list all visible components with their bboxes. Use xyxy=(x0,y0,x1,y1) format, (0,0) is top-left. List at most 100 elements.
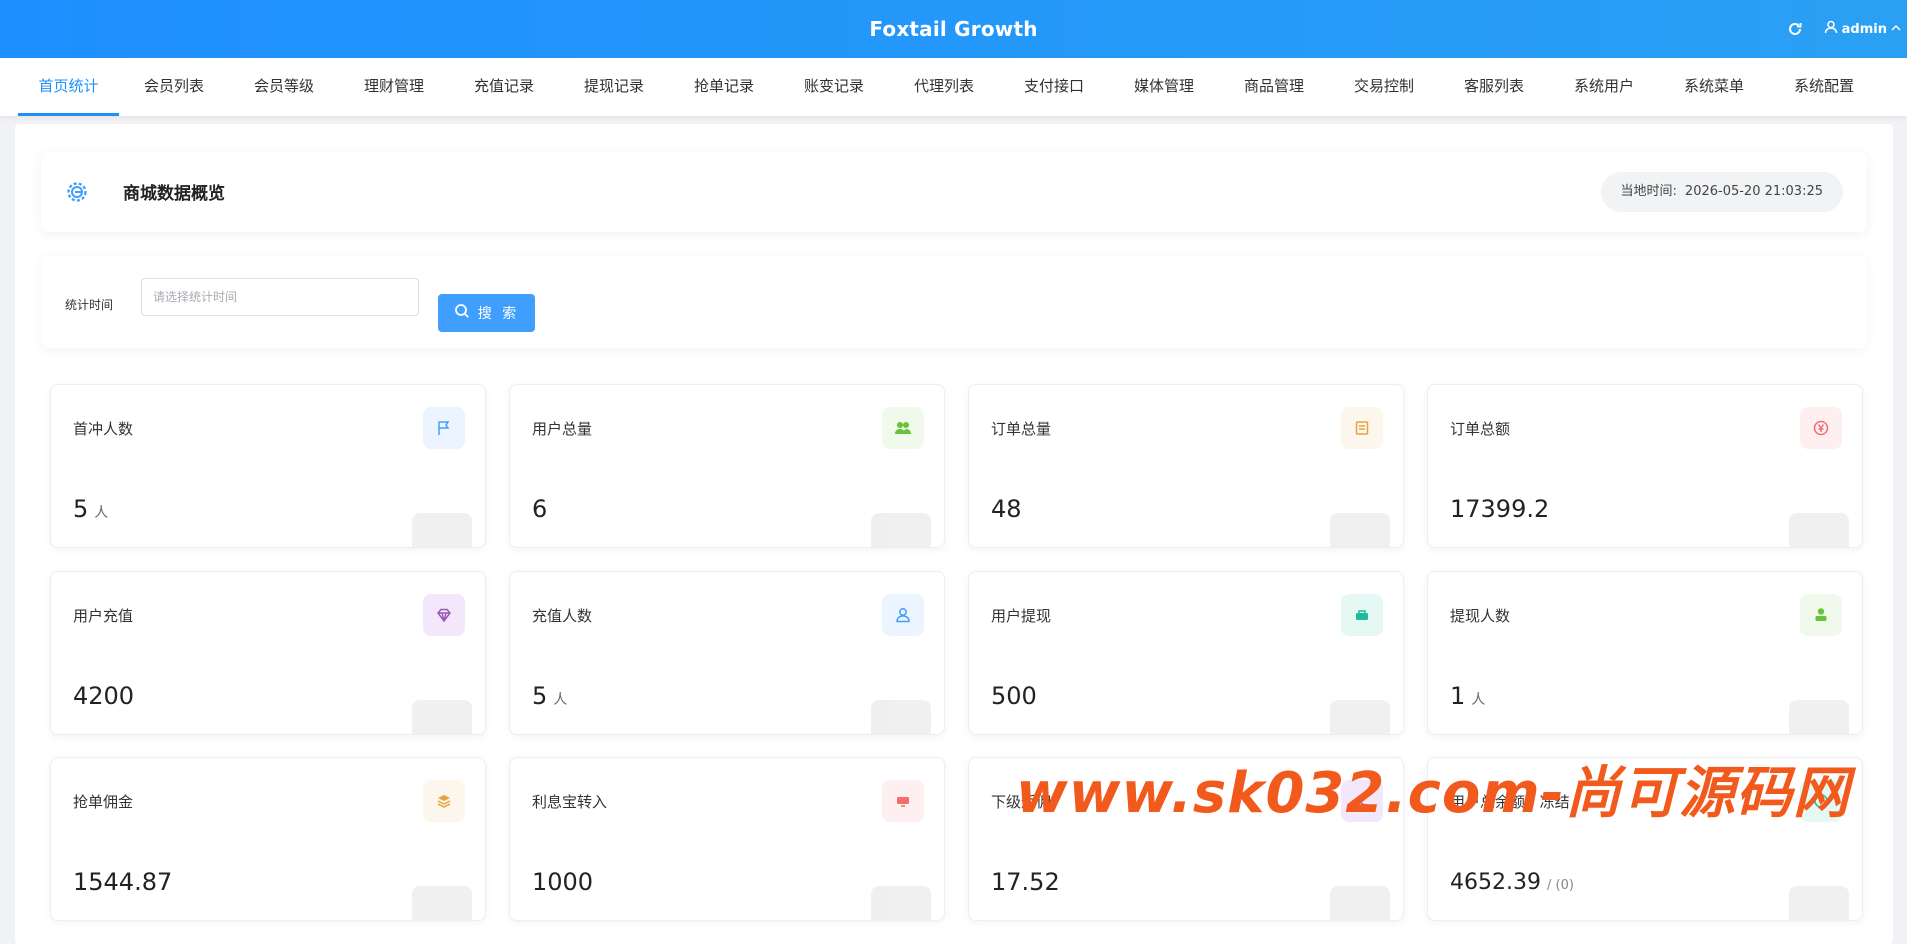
card-background-decoration xyxy=(866,876,936,920)
stat-card-label: 用户充值 xyxy=(73,607,134,625)
stat-card: 提现人数 1 人 xyxy=(1427,571,1863,735)
stat-value-unit: 人 xyxy=(94,505,109,521)
stat-card-value: 4652.39 / (0) xyxy=(1450,870,1574,895)
stat-value-number: 1544.87 xyxy=(73,868,173,896)
overview-header: 商城数据概览 当地时间: 2026-05-20 21:03:25 xyxy=(41,152,1867,232)
stat-card-label: 提现人数 xyxy=(1450,607,1511,625)
card-background-decoration xyxy=(866,503,936,547)
stat-value-frozen: / (0) xyxy=(1546,878,1574,893)
user-menu[interactable]: admin xyxy=(1824,20,1901,38)
stat-card-value: 500 xyxy=(991,682,1037,710)
user-icon xyxy=(1800,594,1842,636)
overview-title: 商城数据概览 xyxy=(123,184,225,204)
stat-card-label: 订单总量 xyxy=(991,420,1052,438)
card-background-decoration xyxy=(1325,876,1395,920)
stat-card-label: 订单总额 xyxy=(1450,420,1511,438)
stat-card-label: 下级返佣 xyxy=(991,793,1052,811)
stat-card: 抢单佣金 1544.87 xyxy=(50,757,486,921)
stat-card-value: 5人 xyxy=(532,682,567,710)
nav-item[interactable]: 账变记录 xyxy=(779,58,889,116)
layers-icon xyxy=(423,780,465,822)
stat-card-value: 17399.2 xyxy=(1450,495,1549,523)
nav-item[interactable]: 商品管理 xyxy=(1219,58,1329,116)
nav-item[interactable]: 系统配置 xyxy=(1769,58,1879,116)
stat-card: 下级返佣 17.52 xyxy=(968,757,1404,921)
share-icon xyxy=(1341,780,1383,822)
stat-time-input[interactable] xyxy=(141,278,419,316)
nav-item[interactable]: 理财管理 xyxy=(339,58,449,116)
card-background-decoration xyxy=(866,690,936,734)
document-icon xyxy=(1341,407,1383,449)
nav-item[interactable]: 交易控制 xyxy=(1329,58,1439,116)
stat-value-number: 4200 xyxy=(73,682,135,710)
stat-card-value: 6 xyxy=(532,495,547,523)
nav-item[interactable]: 系统菜单 xyxy=(1659,58,1769,116)
nav-item[interactable]: 提现记录 xyxy=(559,58,669,116)
stat-card-label: 抢单佣金 xyxy=(73,793,134,811)
stat-card-label: 用户提现 xyxy=(991,607,1052,625)
stat-card-value: 48 xyxy=(991,495,1022,523)
filter-bar: 统计时间 搜 索 xyxy=(41,256,1867,348)
stat-value-number: 500 xyxy=(991,682,1037,710)
stat-value-number: 17399.2 xyxy=(1450,495,1550,523)
stat-time-label: 统计时间 xyxy=(65,298,114,312)
refresh-icon[interactable] xyxy=(1784,18,1806,40)
user-icon xyxy=(1824,20,1838,38)
stat-value-number: 1 xyxy=(1450,682,1466,710)
flag-icon xyxy=(423,407,465,449)
coin-icon xyxy=(1800,780,1842,822)
stat-card-value: 5人 xyxy=(73,495,108,523)
card-icon xyxy=(882,780,924,822)
card-background-decoration xyxy=(1784,690,1854,734)
chevron-up-icon xyxy=(1891,22,1901,37)
local-time-value: 2026-05-20 21:03:25 xyxy=(1684,184,1823,199)
gear-icon xyxy=(65,180,89,204)
nav-item[interactable]: 客服列表 xyxy=(1439,58,1549,116)
dashboard-panel: 商城数据概览 当地时间: 2026-05-20 21:03:25 统计时间 搜 索… xyxy=(15,124,1893,944)
stat-value-number: 5 xyxy=(532,682,548,710)
stat-value-number: 1000 xyxy=(532,868,594,896)
app-title: Foxtail Growth xyxy=(869,17,1038,41)
stat-card-label: 利息宝转入 xyxy=(532,793,608,811)
stat-card-value: 17.52 xyxy=(991,868,1060,896)
local-time-badge: 当地时间: 2026-05-20 21:03:25 xyxy=(1600,172,1843,212)
stat-card-label: 用户总余额 / 冻结 xyxy=(1450,793,1570,811)
stat-value-number: 5 xyxy=(73,495,89,523)
username: admin xyxy=(1841,21,1887,37)
card-background-decoration xyxy=(1784,876,1854,920)
stat-card: 订单总量 48 xyxy=(968,384,1404,548)
stat-value-unit: 人 xyxy=(1471,692,1486,708)
nav-item[interactable]: 媒体管理 xyxy=(1109,58,1219,116)
nav-item[interactable]: 系统用户 xyxy=(1549,58,1659,116)
stat-value-number: 17.52 xyxy=(991,868,1060,896)
nav-item[interactable]: 会员列表 xyxy=(119,58,229,116)
nav-item[interactable]: 充值记录 xyxy=(449,58,559,116)
card-background-decoration xyxy=(1784,503,1854,547)
yen-icon xyxy=(1800,407,1842,449)
stat-card: 用户充值 4200 xyxy=(50,571,486,735)
top-header: Foxtail Growth admin xyxy=(0,0,1907,58)
stat-card-label: 充值人数 xyxy=(532,607,593,625)
nav-item[interactable]: 抢单记录 xyxy=(669,58,779,116)
stat-card: 用户总量 6 xyxy=(509,384,945,548)
search-button-label: 搜 索 xyxy=(477,306,520,322)
stat-card: 充值人数 5 人 xyxy=(509,571,945,735)
stat-card-value: 1544.87 xyxy=(73,868,172,896)
card-background-decoration xyxy=(407,690,477,734)
search-button[interactable]: 搜 索 xyxy=(438,294,535,332)
nav-item[interactable]: 代理列表 xyxy=(889,58,999,116)
stat-card: 用户提现 500 xyxy=(968,571,1404,735)
stat-card: 订单总额 17399.2 xyxy=(1427,384,1863,548)
search-icon xyxy=(454,303,470,323)
user-outline-icon xyxy=(882,594,924,636)
nav-item[interactable]: 支付接口 xyxy=(999,58,1109,116)
nav-item[interactable]: 会员等级 xyxy=(229,58,339,116)
local-time-label: 当地时间: xyxy=(1620,184,1677,199)
stat-value-unit: 人 xyxy=(553,692,568,708)
stat-card-value: 1人 xyxy=(1450,682,1485,710)
stat-card: 用户总余额 / 冻结 4652.39 / (0) xyxy=(1427,757,1863,921)
stat-card: 利息宝转入 1000 xyxy=(509,757,945,921)
stat-value-number: 6 xyxy=(532,495,548,523)
nav-item[interactable]: 首页统计 xyxy=(18,58,119,116)
stat-card-label: 用户总量 xyxy=(532,420,593,438)
